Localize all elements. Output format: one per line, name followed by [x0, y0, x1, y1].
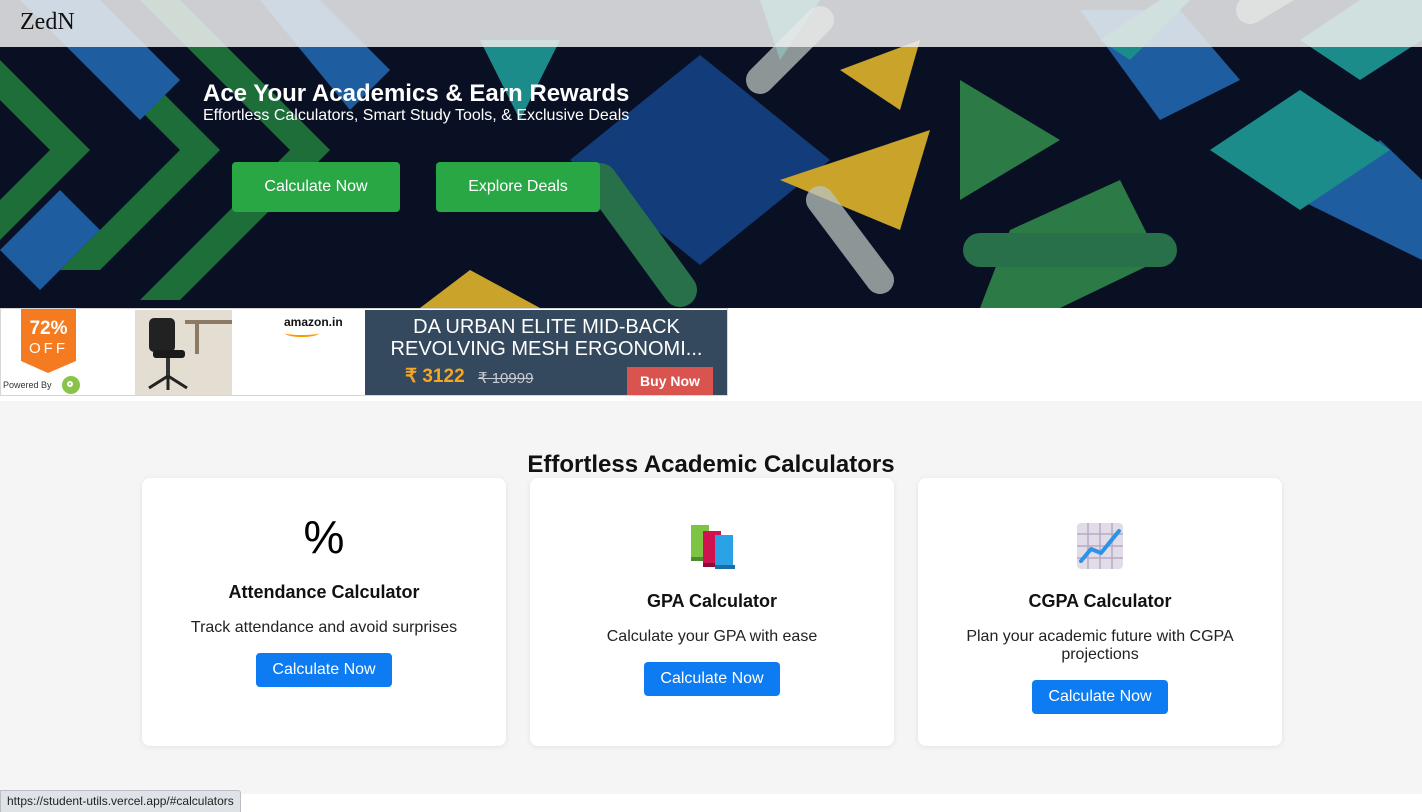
attendance-calculator-card: % Attendance Calculator Track attendance… [142, 478, 506, 746]
hero-calculate-now-button[interactable]: Calculate Now [232, 162, 400, 212]
amazon-ad-banner[interactable]: 72% OFF Powered By amazon.in DA URBAN EL… [0, 308, 728, 396]
ad-original-price: ₹ 10999 [478, 370, 534, 387]
amazon-smile-icon [285, 329, 319, 337]
card-title: CGPA Calculator [1028, 591, 1172, 611]
ad-price: ₹ 3122 [405, 366, 465, 387]
hero-subtitle: Effortless Calculators, Smart Study Tool… [203, 107, 630, 124]
brand-logo[interactable]: ZedN [20, 9, 75, 36]
card-description: Track attendance and avoid surprises [190, 619, 458, 636]
calculators-section: Effortless Academic Calculators % Attend… [0, 401, 1422, 794]
discount-badge: 72% OFF [21, 309, 76, 373]
discount-percent: 72% [29, 318, 68, 339]
amazon-logo: amazon.in [284, 315, 343, 329]
card-title: GPA Calculator [646, 591, 778, 611]
ad-network-logo-icon [62, 376, 80, 394]
ad-product-title[interactable]: DA URBAN ELITE MID-BACK REVOLVING MESH E… [365, 316, 727, 360]
attendance-calculate-now-button[interactable]: Calculate Now [256, 653, 392, 687]
powered-by-label: Powered By [3, 380, 52, 390]
explore-deals-button[interactable]: Explore Deals [436, 162, 600, 212]
section-title: Effortless Academic Calculators [527, 451, 895, 478]
books-icon [691, 525, 735, 569]
chart-increasing-icon [1077, 523, 1123, 569]
office-chair-product-image[interactable] [135, 310, 232, 395]
cgpa-calculator-card: CGPA Calculator Plan your academic futur… [918, 478, 1282, 746]
buy-now-button[interactable]: Buy Now [627, 367, 713, 395]
card-description: Calculate your GPA with ease [606, 628, 818, 645]
card-description: Plan your academic future with CGPA proj… [966, 628, 1234, 663]
percent-icon: % [303, 511, 345, 563]
status-bar-url: https://student-utils.vercel.app/#calcul… [0, 790, 241, 812]
hero-title: Ace Your Academics & Earn Rewards [203, 80, 630, 107]
cgpa-calculate-now-button[interactable]: Calculate Now [1032, 680, 1168, 714]
top-navbar: ZedN [0, 0, 1422, 47]
discount-off-label: OFF [29, 340, 68, 357]
office-chair-icon [135, 310, 232, 395]
gpa-calculator-card: GPA Calculator Calculate your GPA with e… [530, 478, 894, 746]
gpa-calculate-now-button[interactable]: Calculate Now [644, 662, 780, 696]
hero-banner: ZedN Ace Your Academics & Earn Rewards E… [0, 0, 1422, 308]
ad-info-panel: DA URBAN ELITE MID-BACK REVOLVING MESH E… [365, 310, 727, 395]
card-title: Attendance Calculator [228, 582, 420, 602]
